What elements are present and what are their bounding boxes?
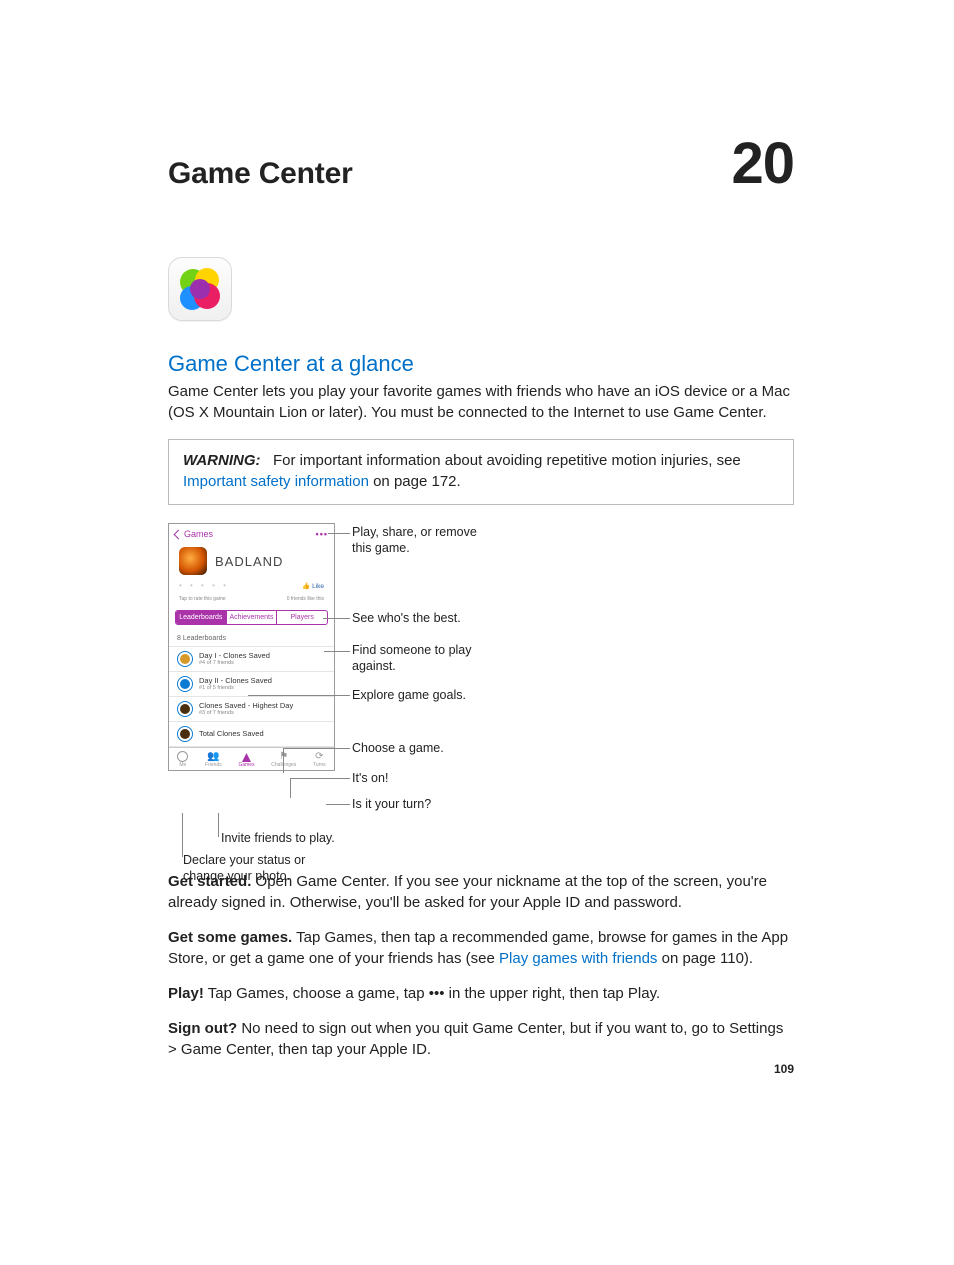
badge-icon (177, 726, 193, 742)
fb-hint: 0 friends like this (287, 596, 324, 602)
rating-dots: • • • • • (179, 581, 229, 590)
tab-turns: ⟳Turns (313, 752, 326, 768)
back-button: Games (175, 529, 213, 539)
tab-games: Games (238, 753, 254, 768)
annotated-screenshot: Games ••• BADLAND • • • • • 👍 Like Tap t… (168, 523, 496, 843)
safety-link[interactable]: Important safety information (183, 473, 369, 490)
rate-hint: Tap to rate this game (179, 596, 226, 602)
paragraph-get-games: Get some games. Tap Games, then tap a re… (168, 927, 794, 969)
warning-label: WARNING: (183, 452, 261, 469)
page-number: 109 (774, 1062, 794, 1076)
callout-choose: Choose a game. (352, 741, 444, 757)
seg-achievements: Achievements (226, 611, 277, 624)
phone-screenshot: Games ••• BADLAND • • • • • 👍 Like Tap t… (168, 523, 335, 771)
warning-box: WARNING: For important information about… (168, 439, 794, 505)
seg-players: Players (276, 611, 327, 624)
warning-text-before: For important information about avoiding… (273, 452, 741, 469)
chapter-title: Game Center (168, 157, 353, 191)
game-artwork-icon (179, 547, 207, 575)
tab-friends: 👥Friends (205, 752, 222, 768)
chevron-left-icon (174, 529, 184, 539)
badge-icon (177, 651, 193, 667)
chapter-number: 20 (731, 130, 794, 197)
like-button: 👍 Like (302, 582, 324, 590)
game-title: BADLAND (215, 554, 283, 569)
callout-explore: Explore game goals. (352, 688, 466, 704)
callout-best: See who's the best. (352, 611, 461, 627)
seg-leaderboards: Leaderboards (176, 611, 226, 624)
game-center-app-icon (168, 257, 232, 321)
leaderboard-row: Day II - Clones Saved#1 of 5 friends (169, 671, 334, 696)
leaderboard-row: Day I - Clones Saved#4 of 7 friends (169, 646, 334, 671)
segmented-control: Leaderboards Achievements Players (175, 610, 328, 625)
callout-play-share: Play, share, or remove this game. (352, 525, 496, 556)
tab-me: Me (177, 751, 188, 768)
more-icon: ••• (316, 529, 328, 539)
callout-find: Find someone to play against. (352, 643, 496, 674)
chapter-header: Game Center 20 (168, 130, 794, 197)
paragraph-sign-out: Sign out? No need to sign out when you q… (168, 1018, 794, 1060)
tab-challenges: ⚑Challenges (271, 752, 296, 768)
leaderboard-count: 8 Leaderboards (169, 631, 334, 646)
badge-icon (177, 676, 193, 692)
intro-paragraph: Game Center lets you play your favorite … (168, 381, 794, 423)
section-title: Game Center at a glance (168, 351, 794, 377)
badge-icon (177, 701, 193, 717)
bottom-tab-bar: Me 👥Friends Games ⚑Challenges ⟳Turns (169, 747, 334, 770)
manual-page: Game Center 20 Game Center at a glance G… (0, 0, 954, 1154)
warning-text-after: on page 172. (369, 473, 461, 490)
play-with-friends-link[interactable]: Play games with friends (499, 950, 657, 967)
paragraph-get-started: Get started. Open Game Center. If you se… (168, 871, 794, 913)
leaderboard-row: Clones Saved - Highest Day#3 of 7 friend… (169, 696, 334, 721)
leaderboard-row: Total Clones Saved (169, 721, 334, 747)
paragraph-play: Play! Tap Games, choose a game, tap ••• … (168, 983, 794, 1004)
